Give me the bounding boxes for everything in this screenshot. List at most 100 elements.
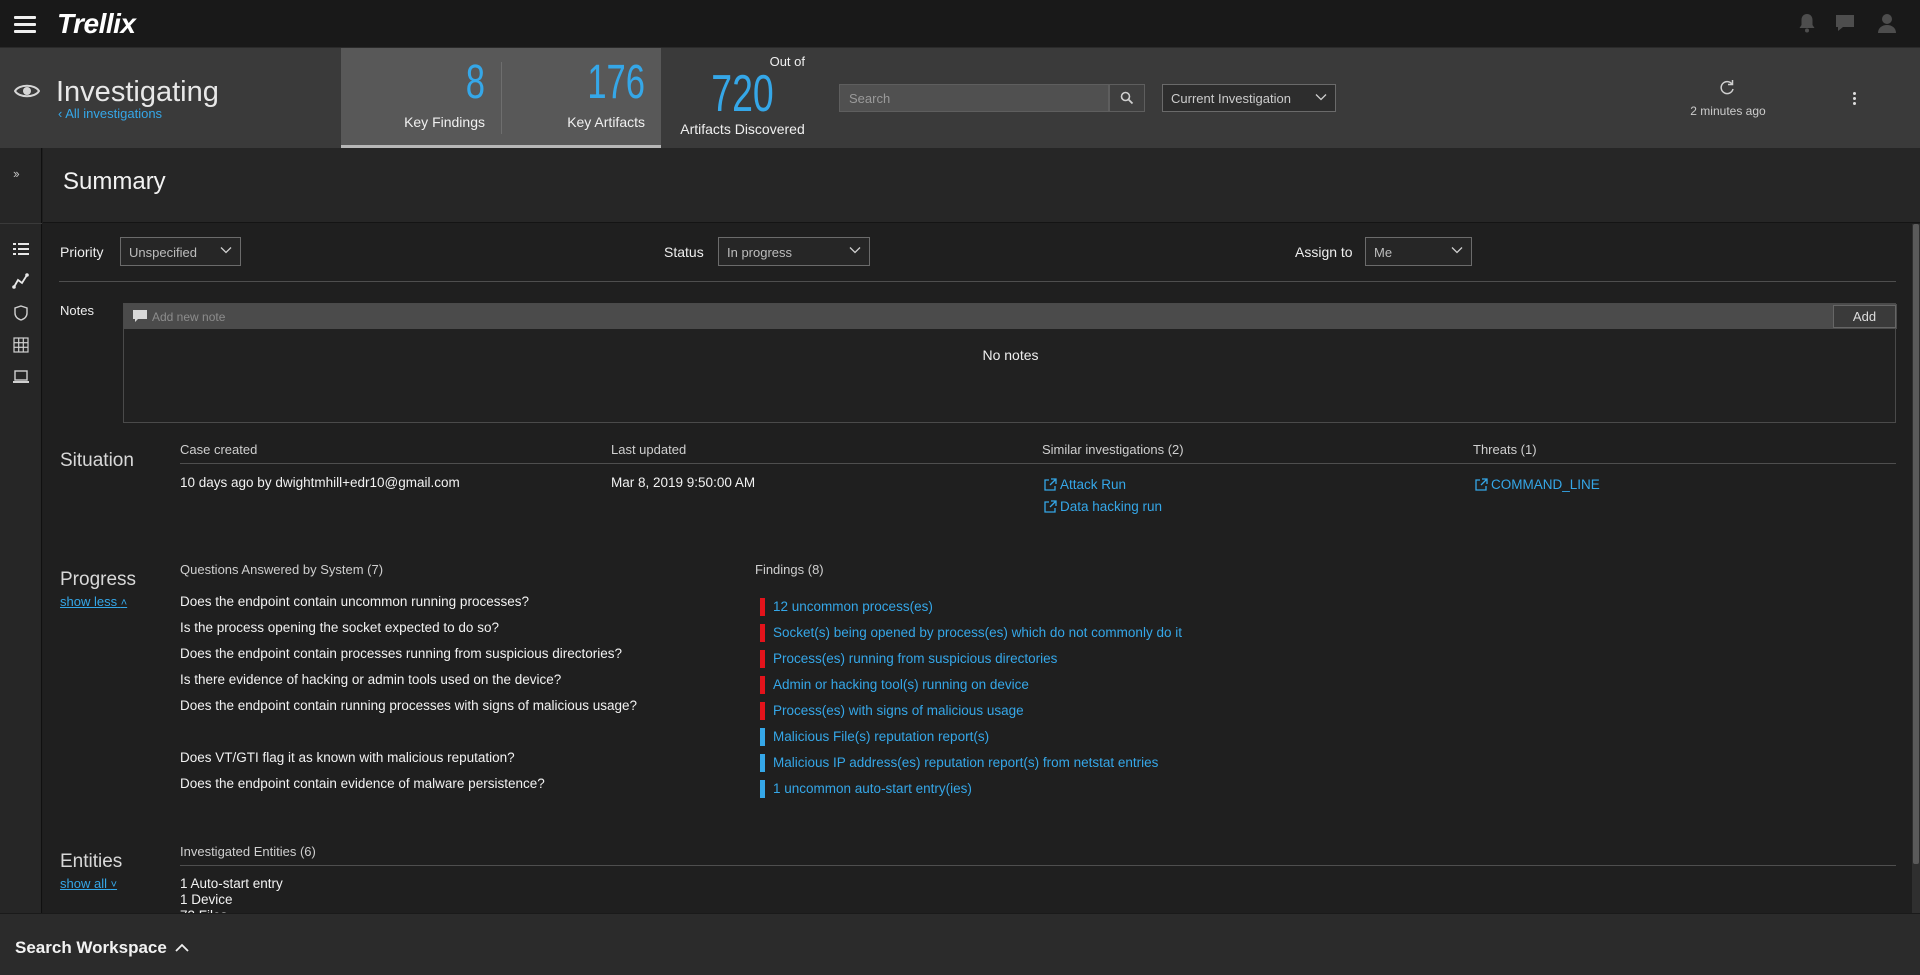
assign-value: Me [1374,245,1393,260]
show-less-label: show less [60,594,118,609]
vertical-scrollbar[interactable] [1912,224,1920,913]
finding-label: 12 uncommon process(es) [773,599,933,614]
finding-label: Malicious File(s) reputation report(s) [773,729,990,744]
questions-header: Questions Answered by System (7) [180,562,384,577]
similar-investigation-label: Data hacking run [1060,499,1163,514]
note-input[interactable] [152,304,1752,329]
last-refresh-time: 2 minutes ago [1690,104,1766,118]
severity-bar-critical [760,624,765,642]
key-artifacts-stat[interactable]: 176 Key Artifacts [525,56,645,131]
laptop-icon[interactable] [12,368,30,386]
severity-bar-info [760,728,765,746]
expand-sidebar-icon[interactable]: ›› [13,166,20,181]
show-all-label: show all [60,876,107,891]
finding-label: Admin or hacking tool(s) running on devi… [773,677,1029,692]
threats-header: Threats (1) [1473,442,1537,457]
status-select[interactable]: In progress [718,237,870,266]
chevron-up-icon [175,943,189,952]
finding-link[interactable]: Malicious File(s) reputation report(s) [760,727,989,746]
finding-link[interactable]: 12 uncommon process(es) [760,597,933,616]
external-link-icon [1475,478,1488,491]
chevron-down-icon [1315,94,1327,101]
show-less-link[interactable]: show less ˄ [60,594,127,609]
external-link-icon [1044,478,1057,491]
finding-label: 1 uncommon auto-start entry(ies) [773,781,972,796]
entity-item: 1 Auto-start entry [180,876,283,891]
question-item: Does the endpoint contain evidence of ma… [180,776,545,791]
shield-icon[interactable] [12,304,30,322]
progress-title: Progress [60,569,137,590]
all-investigations-link[interactable]: ‹ All investigations [58,106,162,121]
severity-bar-info [760,780,765,798]
page-title: Summary [63,168,166,195]
note-input-bar: Add [124,304,1897,329]
question-item: Is the process opening the socket expect… [180,620,499,635]
scrollbar-thumb[interactable] [1913,224,1919,864]
refresh-icon[interactable] [1718,78,1736,96]
graph-icon[interactable] [12,272,30,290]
key-findings-label: Key Findings [404,114,485,130]
question-item: Does the endpoint contain processes runn… [180,646,622,661]
add-note-button[interactable]: Add [1833,305,1896,328]
show-all-link[interactable]: show all ˅ [60,876,117,891]
chevron-double-down-icon: ˅ [110,879,118,891]
priority-select[interactable]: Unspecified [120,237,241,266]
more-options-icon[interactable] [1853,92,1859,110]
similar-investigation-link[interactable]: Attack Run [1042,477,1126,492]
assign-select[interactable]: Me [1365,237,1472,266]
entities-title: Entities [60,851,123,872]
grid-icon[interactable] [12,336,30,354]
top-bar: Trellix [0,0,1920,48]
finding-link[interactable]: 1 uncommon auto-start entry(ies) [760,779,972,798]
investigation-title: Investigating [56,76,219,108]
chevron-down-icon [1451,247,1463,254]
chat-icon[interactable] [1834,12,1856,34]
finding-link[interactable]: Malicious IP address(es) reputation repo… [760,753,1158,772]
notes-empty-state: No notes [982,347,1039,363]
artifacts-discovered-count: 720 [711,65,774,123]
main-content: Summary Priority Unspecified Status In p… [43,148,1920,923]
stat-divider [501,62,502,134]
question-item: Does VT/GTI flag it as known with malici… [180,750,515,765]
situation-title: Situation [60,450,134,471]
investigation-header: Investigating ‹ All investigations 8 Key… [0,48,1920,148]
question-item: Does the endpoint contain uncommon runni… [180,594,529,609]
search-workspace-bar[interactable]: Search Workspace [0,913,1920,975]
finding-link[interactable]: Socket(s) being opened by process(es) wh… [760,623,1182,642]
chevron-down-icon [849,247,861,254]
finding-label: Socket(s) being opened by process(es) wh… [773,625,1182,640]
summary-header: Summary [43,148,1920,223]
severity-bar-info [760,754,765,772]
question-item: Is there evidence of hacking or admin to… [180,672,562,687]
assign-label: Assign to [1295,244,1353,260]
menu-icon[interactable] [14,16,36,34]
threat-link[interactable]: COMMAND_LINE [1473,477,1600,492]
external-link-icon [1044,500,1057,513]
severity-bar-critical [760,702,765,720]
key-findings-count: 8 [465,56,485,109]
notes-panel: Add No notes [123,303,1897,423]
bell-icon[interactable] [1796,12,1818,34]
user-icon[interactable] [1876,12,1898,34]
case-created-header: Case created [180,442,258,457]
finding-label: Process(es) with signs of malicious usag… [773,703,1024,718]
artifacts-discovered-stat[interactable]: Out of 720 Artifacts Discovered [680,54,805,137]
finding-link[interactable]: Process(es) with signs of malicious usag… [760,701,1024,720]
finding-label: Malicious IP address(es) reputation repo… [773,755,1159,770]
finding-link[interactable]: Admin or hacking tool(s) running on devi… [760,675,1029,694]
similar-investigation-link[interactable]: Data hacking run [1042,499,1162,514]
priority-value: Unspecified [129,245,197,260]
key-artifacts-count: 176 [587,56,645,109]
summary-list-icon[interactable] [12,240,30,258]
all-investigations-label: All investigations [65,106,163,121]
finding-link[interactable]: Process(es) running from suspicious dire… [760,649,1057,668]
findings-header: Findings (8) [755,562,824,577]
question-item: Does the endpoint contain running proces… [180,698,638,713]
entities-divider [180,865,1896,866]
search-field [839,84,1109,112]
search-button[interactable] [1109,84,1145,112]
key-findings-stat[interactable]: 8 Key Findings [365,56,485,131]
search-input[interactable] [840,85,1108,111]
investigation-scope-select[interactable]: Current Investigation [1162,84,1336,112]
entity-item: 1 Device [180,892,233,907]
